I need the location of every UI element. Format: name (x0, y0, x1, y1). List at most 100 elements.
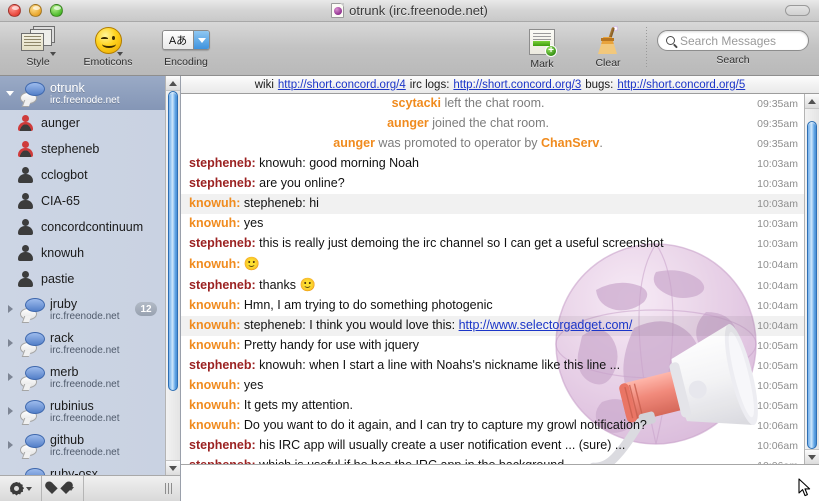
chevron-right-icon[interactable] (4, 339, 16, 347)
sidebar-item-knowuh[interactable]: knowuh (0, 240, 165, 266)
message-content: stepheneb: this is really just demoing t… (189, 236, 747, 251)
minimize-button[interactable] (29, 4, 42, 17)
window-controls (8, 4, 63, 17)
topic-link[interactable]: http://short.concord.org/5 (617, 79, 745, 91)
sidebar-item-label: aunger (41, 116, 80, 130)
sidebar-item-text: rack irc.freenode.net (50, 331, 165, 356)
heart-icon (52, 482, 66, 495)
gear-menu-button[interactable] (0, 476, 42, 501)
sidebar-item-jruby[interactable]: jruby irc.freenode.net 12 (0, 292, 165, 326)
topic-link[interactable]: http://short.concord.org/4 (278, 79, 406, 91)
mark-button-label: Mark (530, 58, 554, 70)
sidebar-item-cclogbot[interactable]: cclogbot (0, 162, 165, 188)
message-nick[interactable]: knowuh: (189, 216, 240, 230)
sidebar-item-server: irc.freenode.net (50, 446, 120, 458)
clear-button-label: Clear (595, 57, 621, 69)
message-nick[interactable]: knowuh: (189, 418, 240, 432)
message-nick[interactable]: aunger (333, 136, 375, 150)
topic-link[interactable]: http://short.concord.org/3 (453, 79, 581, 91)
sidebar-scrollbar[interactable] (165, 76, 180, 475)
sidebar-item-server: irc.freenode.net (50, 412, 120, 424)
message-timestamp: 09:35am (757, 138, 798, 150)
sidebar-scroll-track[interactable] (166, 91, 180, 460)
message-nick[interactable]: stepheneb: (189, 278, 256, 292)
message-nick[interactable]: knowuh: (189, 378, 240, 392)
chat-message-row: knowuh: It gets my attention. 10:05am (181, 396, 804, 416)
message-nick[interactable]: scytacki (392, 96, 441, 110)
message-timestamp: 10:03am (757, 238, 798, 250)
message-input[interactable] (181, 465, 819, 501)
broom-icon (595, 26, 621, 55)
chat-room-icon (19, 298, 47, 320)
scroll-up-arrow-icon[interactable] (805, 94, 819, 109)
message-nick[interactable]: knowuh: (189, 338, 240, 352)
gear-icon (10, 482, 24, 496)
chevron-right-icon[interactable] (4, 373, 16, 381)
message-content: scytacki left the chat room. (189, 96, 747, 111)
chevron-right-icon[interactable] (4, 305, 16, 313)
message-nick[interactable]: stepheneb: (189, 458, 256, 464)
close-button[interactable] (8, 4, 21, 17)
message-nick[interactable]: knowuh: (189, 257, 240, 271)
scroll-down-arrow-icon[interactable] (805, 449, 819, 464)
sidebar-item-ruby-osx[interactable]: ruby-osxirc.freenode.net (0, 462, 165, 475)
sidebar-scroll-thumb[interactable] (168, 91, 178, 391)
encoding-value: Aあ (163, 31, 193, 49)
message-nick[interactable]: stepheneb: (189, 176, 256, 190)
clear-button[interactable]: Clear (580, 25, 636, 69)
message-nick[interactable]: aunger (387, 116, 429, 130)
channel-topic-bar[interactable]: wiki http://short.concord.org/4 irc logs… (181, 76, 819, 94)
search-field[interactable] (657, 30, 809, 51)
message-content: aunger joined the chat room. (189, 116, 747, 131)
message-nick[interactable]: knowuh: (189, 196, 240, 210)
sidebar-item-aunger[interactable]: aunger (0, 110, 165, 136)
sidebar-resize-grip[interactable] (165, 483, 172, 494)
chat-message-row: stepheneb: this is really just demoing t… (181, 234, 804, 254)
sidebar-item-concordcontinuum[interactable]: concordcontinuum (0, 214, 165, 240)
message-nick[interactable]: knowuh: (189, 398, 240, 412)
search-input[interactable] (680, 33, 800, 48)
scroll-up-arrow-icon[interactable] (166, 76, 180, 91)
message-nick[interactable]: knowuh: (189, 298, 240, 312)
encoding-button[interactable]: Aあ Encoding (150, 25, 222, 68)
smile-emoticon-icon: 🙂 (299, 277, 316, 292)
message-nick[interactable]: stepheneb: (189, 236, 256, 250)
message-nick[interactable]: stepheneb: (189, 438, 256, 452)
chat-message-row: knowuh: yes 10:05am (181, 376, 804, 396)
zoom-button[interactable] (50, 4, 63, 17)
chevron-right-icon[interactable] (4, 441, 16, 449)
sidebar-item-merb[interactable]: merb irc.freenode.net (0, 360, 165, 394)
sidebar-item-github[interactable]: github irc.freenode.net (0, 428, 165, 462)
sidebar-item-label: ruby-osx (50, 466, 98, 476)
message-content: knowuh: 🙂 (189, 256, 747, 272)
sidebar-item-cia-65[interactable]: CIA-65 (0, 188, 165, 214)
message-nick[interactable]: knowuh: (189, 318, 240, 332)
toolbar-toggle-button[interactable] (785, 5, 810, 16)
message-text: Do you want to do it again, and I can tr… (243, 418, 647, 432)
encoding-popup-icon[interactable]: Aあ (162, 30, 210, 50)
chevron-right-icon[interactable] (4, 407, 16, 415)
message-input-area[interactable] (181, 465, 819, 501)
sidebar-item-otrunk[interactable]: otrunk irc.freenode.net (0, 76, 165, 110)
sidebar-item-stepheneb[interactable]: stepheneb (0, 136, 165, 162)
chevron-down-icon[interactable] (4, 90, 16, 96)
message-content: stepheneb: his IRC app will usually crea… (189, 438, 747, 453)
emoticons-button[interactable]: Emoticons (80, 25, 136, 68)
chat-message-row: stepheneb: his IRC app will usually crea… (181, 436, 804, 456)
message-link[interactable]: http://www.selectorgadget.com/ (459, 318, 633, 332)
mark-button[interactable]: + Mark (514, 25, 570, 70)
style-button[interactable]: Style (10, 25, 66, 68)
favorites-menu-button[interactable] (42, 476, 84, 501)
chat-message-row: knowuh: 🙂 10:04am (181, 254, 804, 275)
message-nick[interactable]: stepheneb: (189, 358, 256, 372)
chat-scroll-thumb[interactable] (807, 121, 817, 449)
sidebar-item-rubinius[interactable]: rubinius irc.freenode.net (0, 394, 165, 428)
message-nick[interactable]: stepheneb: (189, 156, 256, 170)
chat-scrollbar[interactable] (804, 94, 819, 464)
chat-scroll-track[interactable] (805, 109, 819, 449)
sidebar-item-rack[interactable]: rack irc.freenode.net (0, 326, 165, 360)
message-content: knowuh: stepheneb: I think you would lov… (189, 318, 747, 333)
message-nick[interactable]: ChanServ (541, 136, 599, 150)
sidebar-item-pastie[interactable]: pastie (0, 266, 165, 292)
scroll-down-arrow-icon[interactable] (166, 460, 180, 475)
